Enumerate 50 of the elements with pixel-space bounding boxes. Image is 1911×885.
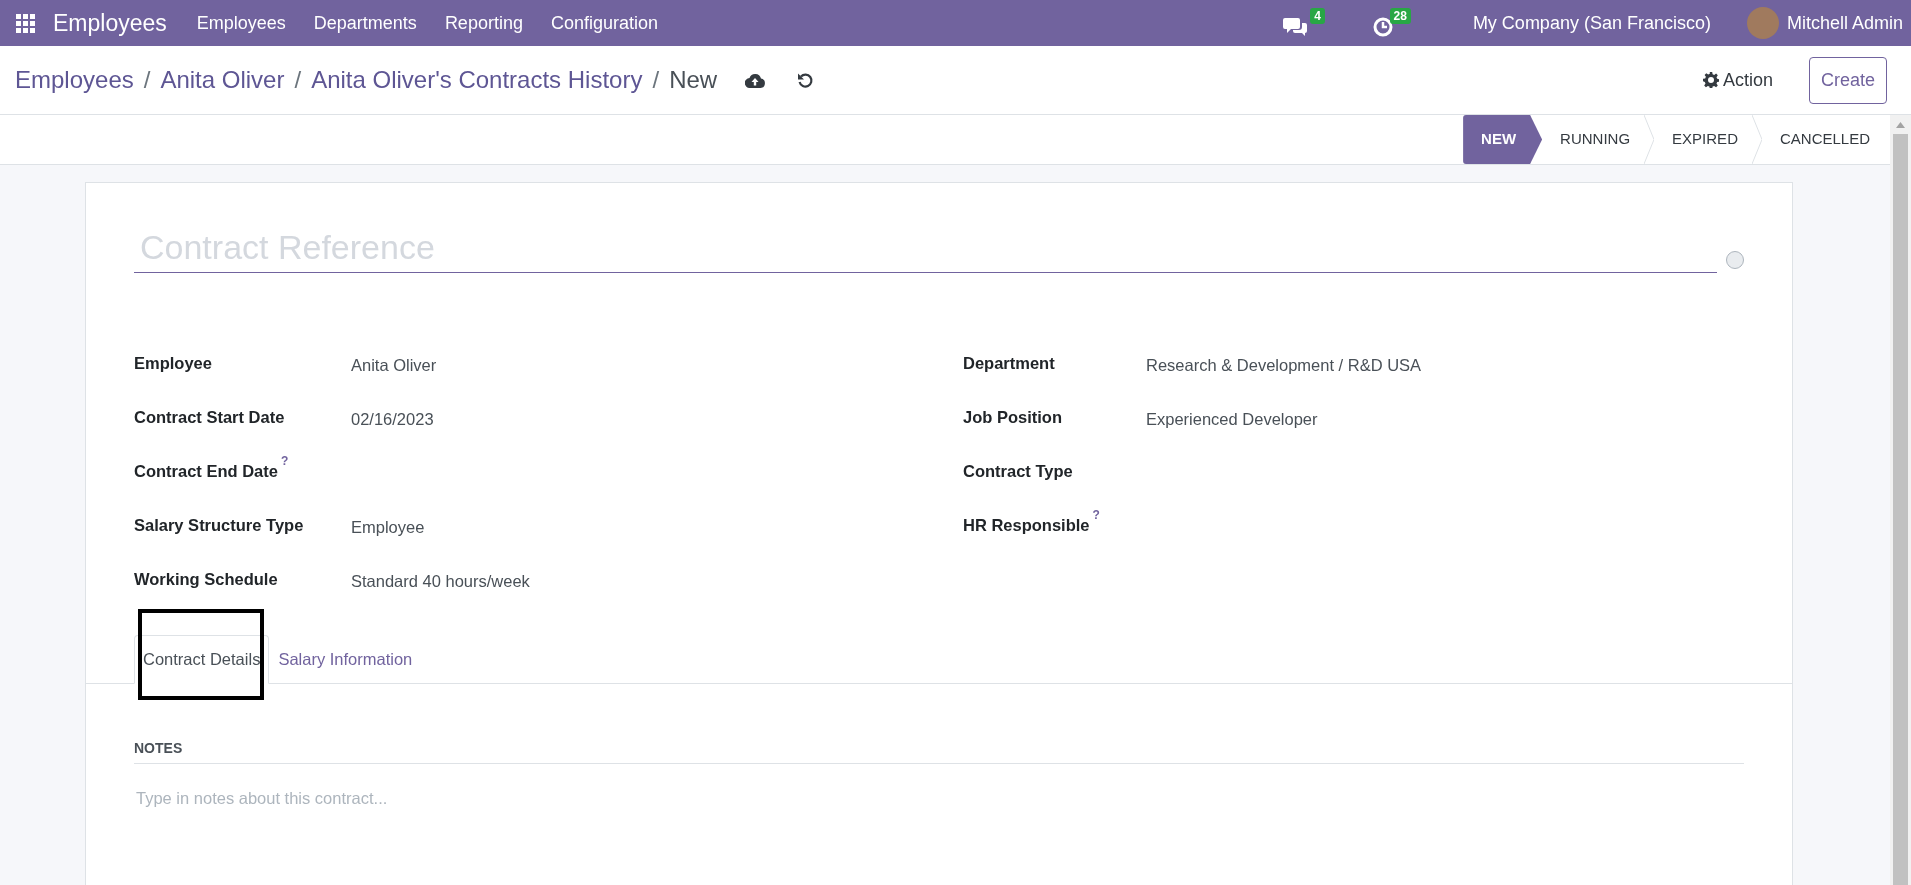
clock-icon: [1372, 17, 1393, 38]
app-name[interactable]: Employees: [53, 5, 167, 41]
field-value[interactable]: Standard 40 hours/week: [351, 567, 530, 594]
breadcrumb-separator: /: [143, 65, 151, 95]
field-label: Department: [963, 353, 1056, 374]
chat-icon: [1282, 17, 1307, 38]
field-value[interactable]: 02/16/2023: [351, 405, 434, 432]
field-value[interactable]: Experienced Developer: [1146, 405, 1318, 432]
menu-item[interactable]: Employees: [182, 9, 300, 37]
field-label: Contract End Date: [134, 462, 278, 480]
breadcrumb-link[interactable]: Employees: [15, 62, 134, 98]
menu-item[interactable]: Configuration: [536, 9, 672, 37]
field-label: Contract Start Date: [134, 407, 286, 428]
field-value[interactable]: Employee: [351, 513, 425, 540]
activity-count-badge: 28: [1389, 7, 1411, 24]
gear-icon: [1702, 72, 1719, 88]
avatar: [1746, 7, 1779, 39]
status-stage[interactable]: NEW: [1463, 115, 1543, 164]
breadcrumb-link[interactable]: Anita Oliver's Contracts History: [311, 62, 643, 98]
help-tooltip[interactable]: ?: [280, 453, 289, 468]
undo-icon: [797, 72, 815, 90]
field-label: Employee: [134, 353, 213, 374]
breadcrumb-separator: /: [652, 65, 660, 95]
tab[interactable]: Salary Information: [269, 635, 422, 684]
tab[interactable]: Contract Details: [134, 635, 270, 684]
action-button[interactable]: Action: [1696, 65, 1779, 95]
scroll-up-arrow-icon[interactable]: [1896, 122, 1905, 128]
breadcrumb-separator: /: [294, 65, 302, 95]
scrollbar-thumb[interactable]: [1893, 134, 1908, 885]
help-tooltip[interactable]: ?: [1092, 507, 1100, 522]
field-value[interactable]: Anita Oliver: [351, 351, 437, 378]
menu-item[interactable]: Departments: [299, 9, 431, 37]
field-label: Working Schedule: [134, 569, 279, 590]
apps-menu-icon[interactable]: [16, 13, 35, 33]
cloud-upload-icon: [745, 73, 766, 89]
menu-item[interactable]: Reporting: [430, 9, 537, 37]
status-circle-icon[interactable]: [1726, 251, 1744, 269]
create-button[interactable]: Create: [1808, 56, 1887, 104]
user-menu[interactable]: Mitchell Admin: [1732, 7, 1903, 39]
field-label: Salary Structure Type: [134, 515, 305, 536]
breadcrumb-current: New: [669, 65, 718, 95]
field-label: HR Responsible: [963, 516, 1090, 534]
section-heading: NOTES: [134, 737, 1744, 764]
message-count-badge: 4: [1310, 7, 1325, 24]
field-value[interactable]: Research & Development / R&D USA: [1146, 351, 1422, 378]
scrollbar[interactable]: [1890, 115, 1911, 885]
field-label: Job Position: [963, 407, 1063, 428]
field-label: Contract Type: [963, 461, 1074, 482]
breadcrumb-link[interactable]: Anita Oliver: [160, 62, 285, 98]
company-switcher[interactable]: My Company (San Francisco): [1458, 9, 1725, 37]
